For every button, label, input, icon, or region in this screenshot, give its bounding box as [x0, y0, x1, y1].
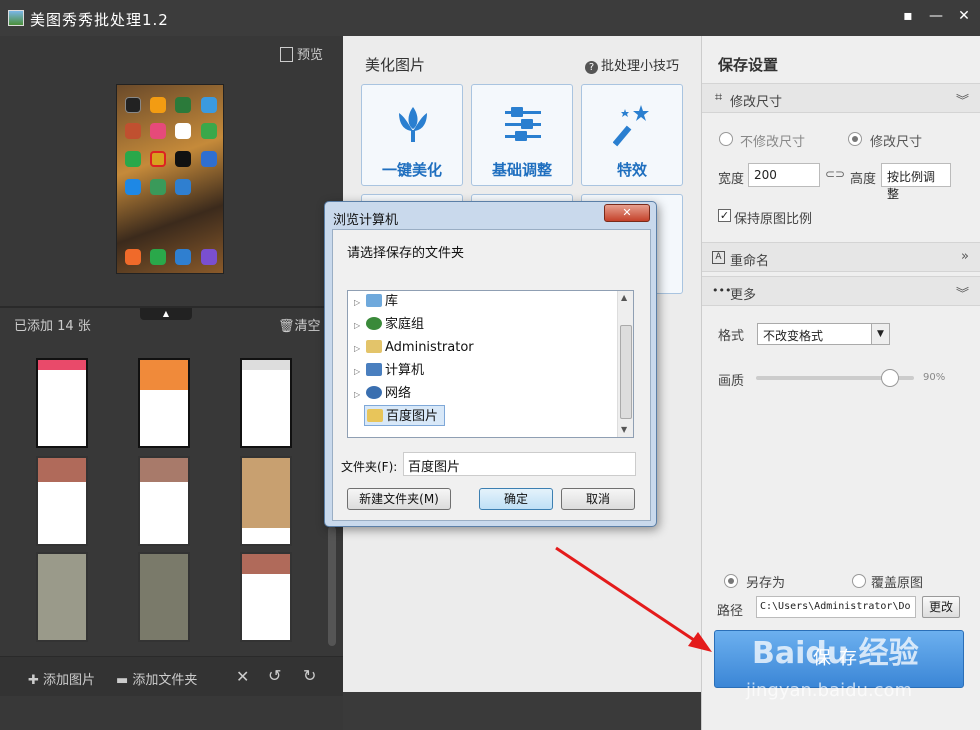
watermark-url: jingyan.baidu.com: [746, 680, 913, 701]
annotation-arrow: [555, 546, 712, 652]
watermark-logo: Baidu 经验: [752, 636, 919, 671]
